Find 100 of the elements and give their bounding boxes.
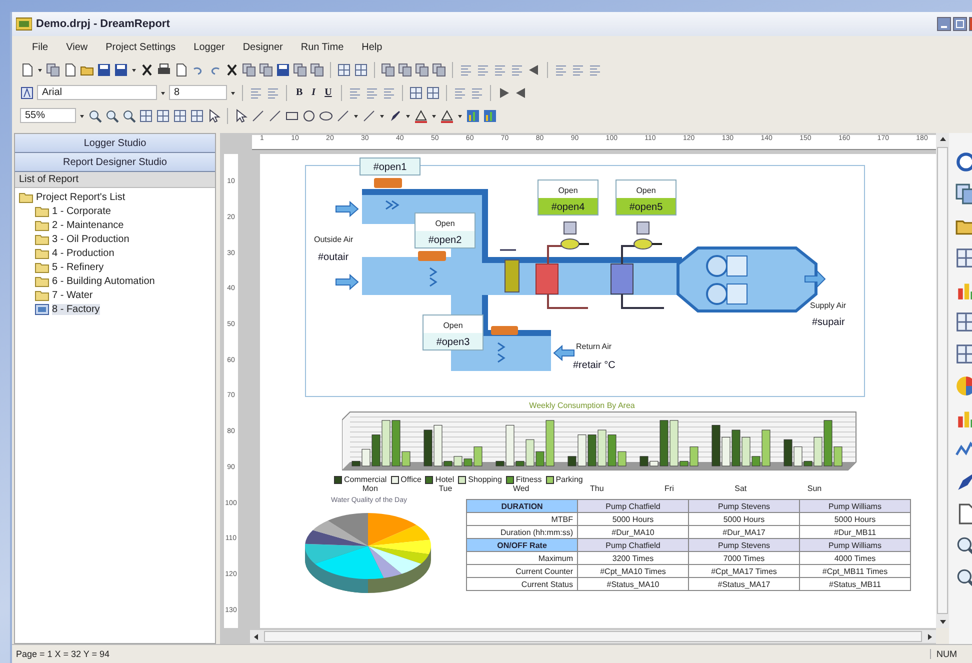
tree-item[interactable]: 3 - Oil Production — [35, 232, 211, 246]
align-icon[interactable] — [452, 86, 467, 100]
ellipse-icon[interactable] — [319, 108, 333, 122]
align-icon[interactable] — [348, 86, 362, 100]
align-icon[interactable] — [459, 62, 473, 76]
studio-tab[interactable]: Report Designer Studio — [15, 153, 215, 172]
save-icon[interactable] — [97, 62, 111, 76]
align-icon[interactable] — [249, 86, 263, 100]
menu-item[interactable]: Run Time — [294, 40, 350, 54]
table-header-cell: Pump Chatfield — [578, 538, 688, 552]
studio-tab[interactable]: Logger Studio — [15, 134, 215, 153]
page-icon[interactable] — [174, 62, 188, 76]
copy-icon[interactable] — [398, 62, 412, 76]
play-back-icon[interactable] — [514, 86, 528, 100]
menu-item[interactable]: Logger — [188, 40, 231, 54]
tag-value: #open4 — [551, 202, 585, 213]
copy-icon[interactable] — [259, 62, 273, 76]
tree-item[interactable]: Project Report's List — [19, 190, 211, 204]
align-icon[interactable] — [476, 62, 490, 76]
copy-icon[interactable] — [432, 62, 446, 76]
menu-item[interactable]: Help — [356, 40, 388, 54]
menu-item[interactable]: Project Settings — [100, 40, 182, 54]
menu-item[interactable]: File — [26, 40, 54, 54]
circle-icon[interactable] — [302, 108, 316, 122]
tree-item[interactable]: 8 - Factory — [35, 302, 211, 316]
tree-item[interactable]: 4 - Production — [35, 246, 211, 260]
zoom-icon[interactable] — [955, 535, 972, 557]
menu-item[interactable]: View — [60, 40, 94, 54]
tree-item[interactable]: 5 - Refinery — [35, 260, 211, 274]
grid-icon[interactable] — [426, 86, 440, 100]
grid-icon[interactable] — [408, 86, 423, 100]
save-icon[interactable] — [114, 62, 128, 76]
maximize-button[interactable] — [953, 17, 967, 31]
color-icon[interactable] — [440, 108, 454, 122]
font-icon[interactable] — [20, 86, 34, 100]
align-icon[interactable] — [510, 62, 524, 76]
grid-icon[interactable] — [156, 108, 170, 122]
print-icon[interactable] — [157, 62, 171, 76]
tree-item[interactable]: 7 - Water — [35, 288, 211, 302]
grid-icon[interactable] — [354, 62, 368, 76]
text-style-button[interactable]: U — [322, 87, 335, 98]
app-icon — [16, 17, 32, 31]
bar-chart-icon[interactable] — [466, 108, 480, 122]
align-icon[interactable] — [470, 86, 484, 100]
bar-chart-icon[interactable] — [483, 108, 497, 122]
page-icon[interactable] — [20, 62, 34, 76]
horizontal-scrollbar[interactable] — [250, 630, 936, 643]
zoom-icon[interactable] — [955, 567, 972, 589]
font-size-field[interactable]: 8 — [169, 85, 227, 100]
pie-chart-icon[interactable] — [955, 375, 972, 397]
zoom-field[interactable]: 55% — [20, 108, 76, 123]
font-field[interactable]: Arial — [37, 85, 157, 100]
text-style-button[interactable]: I — [308, 87, 319, 98]
line-icon[interactable] — [362, 108, 376, 122]
menu-item[interactable]: Designer — [236, 40, 289, 54]
text-style-button[interactable]: B — [293, 87, 306, 98]
align-icon[interactable] — [266, 86, 280, 100]
chart-bar — [784, 439, 792, 466]
cut-icon[interactable] — [225, 62, 239, 76]
pen-icon[interactable] — [388, 108, 402, 122]
copy-icon[interactable] — [415, 62, 429, 76]
line-icon[interactable] — [251, 108, 265, 122]
zoom-icon[interactable] — [88, 108, 102, 122]
copy-icon[interactable] — [46, 62, 60, 76]
grid-icon[interactable] — [139, 108, 153, 122]
align-icon[interactable] — [571, 62, 585, 76]
play-back-icon[interactable] — [527, 62, 541, 76]
color-icon[interactable] — [414, 108, 428, 122]
vertical-scrollbar[interactable] — [936, 133, 949, 628]
tree-item[interactable]: 1 - Corporate — [35, 204, 211, 218]
minimize-button[interactable] — [937, 17, 951, 31]
copy-icon[interactable] — [955, 183, 972, 205]
line-icon[interactable] — [336, 108, 350, 122]
grid-icon[interactable] — [337, 62, 351, 76]
line-icon[interactable] — [268, 108, 282, 122]
page-icon[interactable] — [63, 62, 77, 76]
grid-icon[interactable] — [173, 108, 187, 122]
pointer-icon[interactable] — [234, 108, 248, 122]
align-icon[interactable] — [493, 62, 507, 76]
grid-icon[interactable] — [955, 311, 972, 333]
cut-icon[interactable] — [140, 62, 154, 76]
zoom-icon[interactable] — [105, 108, 119, 122]
zoom-icon[interactable] — [122, 108, 136, 122]
copy-icon[interactable] — [310, 62, 324, 76]
align-icon[interactable] — [588, 62, 602, 76]
align-icon[interactable] — [364, 86, 379, 100]
tree-item[interactable]: 2 - Maintenance — [35, 218, 211, 232]
pointer-icon[interactable] — [207, 108, 221, 122]
save-icon[interactable] — [276, 62, 290, 76]
copy-icon[interactable] — [293, 62, 307, 76]
status-label: Open — [443, 321, 463, 330]
copy-icon[interactable] — [242, 62, 256, 76]
grid-icon[interactable] — [955, 343, 972, 365]
align-icon[interactable] — [554, 62, 568, 76]
grid-icon[interactable] — [190, 108, 204, 122]
table-header-cell: DURATION — [466, 500, 578, 512]
tree-item[interactable]: 6 - Building Automation — [35, 274, 211, 288]
align-icon[interactable] — [382, 86, 396, 100]
copy-icon[interactable] — [381, 62, 395, 76]
grid-icon[interactable] — [955, 247, 972, 269]
